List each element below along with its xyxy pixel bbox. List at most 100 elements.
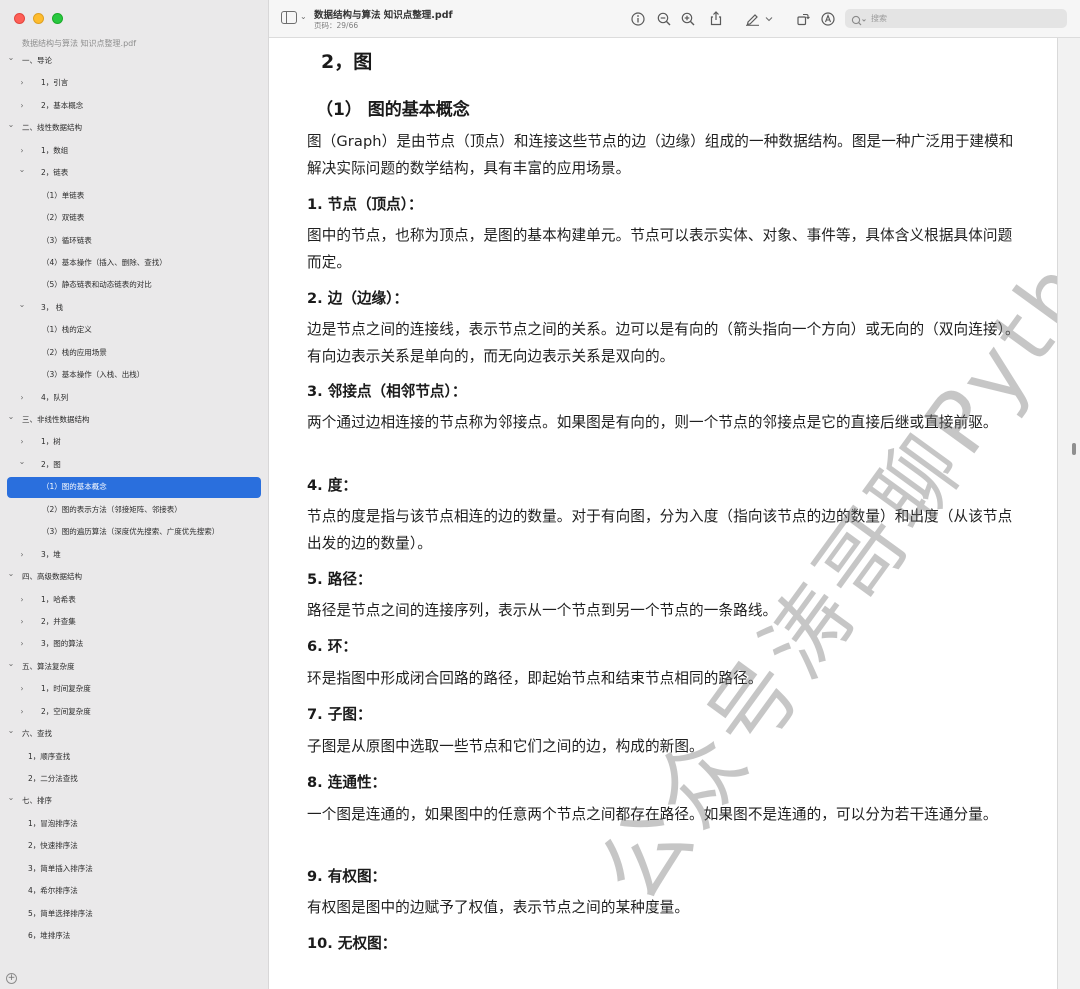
outline-item-label: （5）静态链表和动态链表的对比 (42, 280, 152, 290)
outline-item[interactable]: › 2，并查集 (0, 611, 269, 633)
chevron-down-icon[interactable]: ⌄ (17, 451, 27, 473)
outline-item[interactable]: 4，希尔排序法 (0, 880, 269, 902)
outline-item[interactable]: › 3，堆 (0, 544, 269, 566)
outline-item-label: 2，基本概念 (41, 100, 84, 110)
fullscreen-button[interactable] (52, 13, 63, 24)
chevron-down-icon[interactable]: ⌄ (6, 406, 16, 428)
outline-item[interactable]: （5）静态链表和动态链表的对比 (0, 274, 269, 296)
outline-item[interactable]: 3，简单插入排序法 (0, 858, 269, 880)
window-title: 数据结构与算法 知识点整理.pdf (314, 10, 453, 21)
zoom-in-icon[interactable] (679, 10, 696, 27)
outline-item[interactable]: ⌄ 七、排序 (0, 790, 269, 812)
outline-item[interactable]: 2，二分法查找 (0, 768, 269, 790)
chevron-down-icon[interactable]: ⌄ (6, 787, 16, 809)
outline-item[interactable]: ⌄ 三、非线性数据结构 (0, 409, 269, 431)
outline-item[interactable]: › 2，基本概念 (0, 95, 269, 117)
outline-item-label: （2）图的表示方法（邻接矩阵、邻接表） (42, 504, 182, 514)
rotate-icon[interactable] (794, 10, 811, 27)
chevron-right-icon[interactable]: › (17, 95, 27, 117)
chevron-down-icon[interactable]: ⌄ (6, 563, 16, 585)
chevron-down-icon[interactable]: ⌄ (17, 159, 27, 181)
outline-item[interactable]: ⌄ 五、算法复杂度 (0, 656, 269, 678)
info-icon[interactable] (629, 10, 646, 27)
markup-pen-icon[interactable] (744, 10, 761, 27)
sidebar: 数据结构与算法 知识点整理.pdf ⌄ 一、导论 › 1，引言 › 2，基本概念 ⌄ 二、线性… (0, 0, 269, 989)
section-body: 有权图是图中的边赋予了权值，表示节点之间的某种度量。 (307, 899, 690, 916)
outline-item[interactable]: ⌄ 2，图 (0, 454, 269, 476)
outline-item[interactable]: （3）基本操作（入栈、出栈） (0, 364, 269, 386)
scrollbar-thumb[interactable] (1072, 443, 1076, 455)
intro-paragraph: 图（Graph）是由节点（顶点）和连接这些节点的边（边缘）组成的一种数据结构。图… (307, 133, 1014, 177)
chevron-right-icon[interactable]: › (17, 701, 27, 723)
outline-item[interactable]: ⌄ 二、线性数据结构 (0, 117, 269, 139)
search-field[interactable]: 搜索 (845, 9, 1067, 28)
outline-item[interactable]: › 1，引言 (0, 72, 269, 94)
chevron-right-icon[interactable]: › (17, 611, 27, 633)
chevron-right-icon[interactable]: › (17, 72, 27, 94)
outline-item[interactable]: › 1，数组 (0, 140, 269, 162)
outline-item-label: （3）循环链表 (42, 235, 92, 245)
section-title: 3. 邻接点（相邻节点）： (307, 383, 467, 400)
chevron-right-icon[interactable]: › (17, 387, 27, 409)
outline-item[interactable]: （2）双链表 (0, 207, 269, 229)
chevron-down-icon[interactable]: ⌄ (17, 294, 27, 316)
chevron-down-icon[interactable]: ⌄ (6, 114, 16, 136)
outline-item-label: 一、导论 (22, 56, 52, 65)
sidebar-icon[interactable] (281, 11, 297, 24)
outline-item[interactable]: 2，快速排序法 (0, 835, 269, 857)
outline-item[interactable]: （2）栈的应用场景 (0, 342, 269, 364)
outline-item[interactable]: （1）单链表 (0, 185, 269, 207)
chevron-down-icon[interactable] (764, 10, 774, 27)
chevron-down-icon[interactable]: ⌄ (6, 653, 16, 675)
outline-item[interactable]: （4）基本操作（插入、删除、查找） (0, 252, 269, 274)
chevron-down-icon[interactable]: ⌄ (6, 47, 16, 69)
outline-item[interactable]: ⌄ 一、导论 (0, 50, 269, 72)
page-indicator: 页码：29/66 (314, 21, 359, 30)
document-page[interactable]: 2，图 （1） 图的基本概念 图（Graph）是由节点（顶点）和连接这些节点的边… (269, 38, 1057, 989)
outline-item[interactable]: 6，堆排序法 (0, 925, 269, 947)
add-icon[interactable]: + (6, 973, 17, 984)
outline-item[interactable]: ⌄ 四、高级数据结构 (0, 566, 269, 588)
scroll-track[interactable] (1057, 38, 1080, 989)
outline-item-label: 1，引言 (41, 78, 69, 88)
outline-item[interactable]: › 1，哈希表 (0, 589, 269, 611)
outline-item[interactable]: （1）栈的定义 (0, 319, 269, 341)
chevron-down-icon[interactable]: ⌄ (300, 12, 307, 21)
chevron-right-icon[interactable]: › (17, 678, 27, 700)
outline-item[interactable]: （3）循环链表 (0, 230, 269, 252)
outline-item[interactable]: 5，简单选择排序法 (0, 903, 269, 925)
close-button[interactable] (14, 13, 25, 24)
minimize-button[interactable] (33, 13, 44, 24)
outline-item[interactable]: （2）图的表示方法（邻接矩阵、邻接表） (0, 499, 269, 521)
outline-item-label: 5，简单选择排序法 (28, 908, 93, 918)
outline-item-label: 二、线性数据结构 (22, 123, 82, 133)
outline-item[interactable]: › 2，空间复杂度 (0, 701, 269, 723)
annotate-icon[interactable] (819, 10, 836, 27)
outline-item[interactable]: 1，顺序查找 (0, 746, 269, 768)
outline-item[interactable]: › 3，图的算法 (0, 633, 269, 655)
share-icon[interactable] (707, 10, 724, 27)
outline-item[interactable]: › 1，时间复杂度 (0, 678, 269, 700)
outline-item[interactable]: （3）图的遍历算法（深度优先搜索、广度优先搜索） (0, 521, 269, 543)
outline-item-label: 1，顺序查找 (28, 751, 71, 761)
window-controls (14, 13, 63, 24)
section-body: 路径是节点之间的连接序列，表示从一个节点到另一个节点的一条路线。 (307, 602, 778, 619)
zoom-out-icon[interactable] (655, 10, 672, 27)
outline-item[interactable]: ⌄ 3， 栈 (0, 297, 269, 319)
outline-item[interactable]: 1，冒泡排序法 (0, 813, 269, 835)
section-body: 图中的节点，也称为顶点，是图的基本构建单元。节点可以表示实体、对象、事件等，具体… (307, 227, 1013, 271)
outline-item-label: 2，空间复杂度 (41, 706, 91, 716)
chevron-right-icon[interactable]: › (17, 544, 27, 566)
outline-list: ⌄ 一、导论 › 1，引言 › 2，基本概念 ⌄ 二、线性数据结构 › 1，数组 ⌄ 2，链表 （1）单… (0, 50, 269, 948)
outline-item[interactable]: ⌄ 六、查找 (0, 723, 269, 745)
outline-item[interactable]: › 4，队列 (0, 387, 269, 409)
outline-item[interactable]: ⌄ 2，链表 (0, 162, 269, 184)
section-body: 两个通过边相连接的节点称为邻接点。如果图是有向的，则一个节点的邻接点是它的直接后… (307, 414, 998, 431)
chevron-right-icon[interactable]: › (17, 633, 27, 655)
outline-item[interactable]: （1）图的基本概念 (0, 476, 269, 498)
chevron-down-icon[interactable]: ⌄ (6, 720, 16, 742)
section-title: 8. 连通性： (307, 774, 387, 791)
outline-item-label: 2，快速排序法 (28, 841, 78, 851)
chevron-right-icon[interactable]: › (17, 589, 27, 611)
outline-item[interactable]: › 1，树 (0, 431, 269, 453)
